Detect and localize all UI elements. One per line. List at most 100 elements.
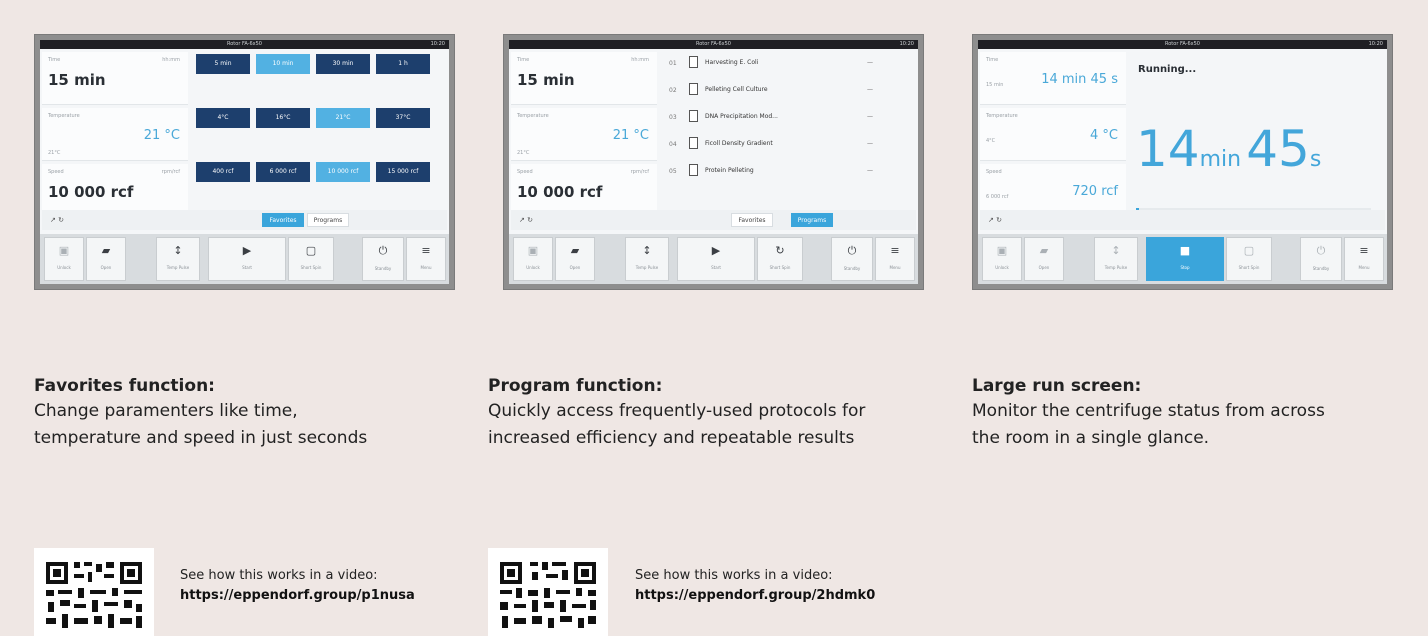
tab-favorites[interactable]: Favorites: [262, 213, 304, 227]
short-spin-label: Short Spin: [769, 265, 791, 270]
caption-programs: Program function: Quickly access frequen…: [488, 376, 928, 452]
fav-15000rcf[interactable]: 15 000 rcf: [376, 162, 430, 182]
temperature-label: Temperature: [48, 113, 80, 119]
more-icon[interactable]: —: [867, 59, 873, 66]
temp-pulse-button[interactable]: ↕ Temp Pulse: [156, 237, 200, 281]
program-item[interactable]: 04 Ficoll Density Gradient —: [663, 133, 883, 155]
open-label: Open: [1038, 265, 1050, 270]
open-label: Open: [100, 265, 112, 270]
unlock-button[interactable]: ▣ Unlock: [44, 237, 84, 281]
unlock-button[interactable]: ▣ Unlock: [982, 237, 1022, 281]
standby-label: Standby: [374, 266, 392, 271]
standby-button[interactable]: ⏻ Standby: [831, 237, 873, 281]
temp-pulse-button[interactable]: ↕ Temp Pulse: [1094, 237, 1138, 281]
menu-icon: ≡: [1359, 244, 1369, 257]
rotor-title: Rotor FA-6x50: [226, 41, 262, 47]
unlock-button[interactable]: ▣ Unlock: [513, 237, 553, 281]
open-button[interactable]: ▰ Open: [1024, 237, 1064, 281]
fav-10min[interactable]: 10 min: [256, 54, 310, 74]
tab-row: ↗ ↻: [980, 210, 1385, 230]
short-spin-label: Short Spin: [1238, 265, 1260, 270]
video-url[interactable]: https://eppendorf.group/2hdmk0: [635, 588, 875, 603]
tab-favorites[interactable]: Favorites: [731, 213, 773, 227]
temperature-label: Temperature: [986, 113, 1018, 119]
time-param[interactable]: Time hh:mm 15 min: [42, 52, 188, 105]
fav-5min[interactable]: 5 min: [196, 54, 250, 74]
fav-16c[interactable]: 16°C: [256, 108, 310, 128]
standby-button[interactable]: ⏻ Standby: [362, 237, 404, 281]
temperature-value: 4 °C: [1090, 128, 1118, 143]
program-item[interactable]: 05 Protein Pelleting —: [663, 160, 883, 182]
fav-400rcf[interactable]: 400 rcf: [196, 162, 250, 182]
nav-bar: ▣ Unlock ▰ Open ↕ Temp Pulse ▶ Start ↻ Short …: [509, 234, 918, 284]
unlock-label: Unlock: [526, 265, 540, 270]
time-label: Time: [986, 57, 999, 63]
temperature-value: 21 °C: [612, 128, 649, 143]
video-url[interactable]: https://eppendorf.group/p1nusa: [180, 588, 415, 603]
caption-heading: Program function:: [488, 376, 663, 396]
menu-button[interactable]: ≡ Menu: [1344, 237, 1384, 281]
lid-icon: ▰: [101, 244, 111, 257]
programs-screenshot: Rotor FA-6x50 10:20 Time hh:mm 15 min Te…: [503, 34, 924, 290]
open-button[interactable]: ▰ Open: [86, 237, 126, 281]
menu-label: Menu: [420, 265, 432, 270]
caption-favorites: Favorites function: Change paramenters l…: [34, 376, 474, 452]
document-icon: [689, 83, 698, 95]
power-icon: ⏻: [378, 244, 388, 257]
parameter-panel: Time hh:mm 15 min Temperature 21 °C 21°C…: [511, 52, 657, 220]
more-icon[interactable]: —: [867, 167, 873, 174]
time-label: Time: [517, 57, 530, 63]
speed-value: 10 000 rcf: [48, 183, 134, 201]
short-spin-button[interactable]: ▢ Short Spin: [288, 237, 334, 281]
countdown-display: 14min 45s: [1136, 120, 1321, 178]
more-icon[interactable]: —: [867, 140, 873, 147]
program-item[interactable]: 03 DNA Precipitation Mod... —: [663, 106, 883, 128]
run-screen-screenshot: Rotor FA-6x50 10:20 Time 14 min 45 s 15 …: [972, 34, 1393, 290]
start-button[interactable]: ▶ Start: [677, 237, 755, 281]
temperature-param: Temperature 4 °C 4°C: [980, 108, 1126, 161]
short-spin-button[interactable]: ↻ Short Spin: [757, 237, 803, 281]
video-link-1[interactable]: See how this works in a video: https://e…: [180, 566, 415, 606]
open-button[interactable]: ▰ Open: [555, 237, 595, 281]
time-unit: hh:mm: [631, 57, 649, 63]
temp-pulse-button[interactable]: ↕ Temp Pulse: [625, 237, 669, 281]
fav-1h[interactable]: 1 h: [376, 54, 430, 74]
more-icon[interactable]: —: [867, 113, 873, 120]
menu-button[interactable]: ≡ Menu: [406, 237, 446, 281]
fav-6000rcf[interactable]: 6 000 rcf: [256, 162, 310, 182]
menu-button[interactable]: ≡ Menu: [875, 237, 915, 281]
caption-run-screen: Large run screen: Monitor the centrifuge…: [972, 376, 1412, 452]
fav-30min[interactable]: 30 min: [316, 54, 370, 74]
seconds-unit: s: [1309, 147, 1322, 172]
qr-code-icon[interactable]: [488, 548, 608, 636]
fav-4c[interactable]: 4°C: [196, 108, 250, 128]
qr-code-icon[interactable]: [34, 548, 154, 636]
speed-value: 10 000 rcf: [517, 183, 603, 201]
status-bar: Rotor FA-6x50 10:20: [978, 40, 1387, 49]
rotor-icon: ↗ ↻: [50, 216, 64, 224]
more-icon[interactable]: —: [867, 86, 873, 93]
tab-programs[interactable]: Programs: [307, 213, 349, 227]
clock: 10:20: [430, 41, 445, 47]
speed-label: Speed: [517, 169, 533, 175]
thermometer-icon: ↕: [642, 244, 652, 257]
tab-programs[interactable]: Programs: [791, 213, 833, 227]
program-item[interactable]: 02 Pelleting Cell Culture —: [663, 79, 883, 101]
time-value: 14 min 45 s: [1041, 72, 1118, 87]
standby-button[interactable]: ⏻ Standby: [1300, 237, 1342, 281]
fav-21c[interactable]: 21°C: [316, 108, 370, 128]
rotor-icon: ↗ ↻: [988, 216, 1002, 224]
short-spin-button[interactable]: ▢ Short Spin: [1226, 237, 1272, 281]
fav-37c[interactable]: 37°C: [376, 108, 430, 128]
temperature-param[interactable]: Temperature 21 °C 21°C: [511, 108, 657, 161]
speed-unit: rpm/rcf: [630, 169, 649, 175]
video-link-2[interactable]: See how this works in a video: https://e…: [635, 566, 875, 606]
caption-heading: Large run screen:: [972, 376, 1142, 396]
program-item[interactable]: 01 Harvesting E. Coli —: [663, 52, 883, 74]
temperature-param[interactable]: Temperature 21 °C 21°C: [42, 108, 188, 161]
start-button[interactable]: ▶ Start: [208, 237, 286, 281]
fav-10000rcf[interactable]: 10 000 rcf: [316, 162, 370, 182]
stop-button[interactable]: ■ Stop: [1146, 237, 1224, 281]
rotor-title: Rotor FA-6x50: [695, 41, 731, 47]
time-param[interactable]: Time hh:mm 15 min: [511, 52, 657, 105]
